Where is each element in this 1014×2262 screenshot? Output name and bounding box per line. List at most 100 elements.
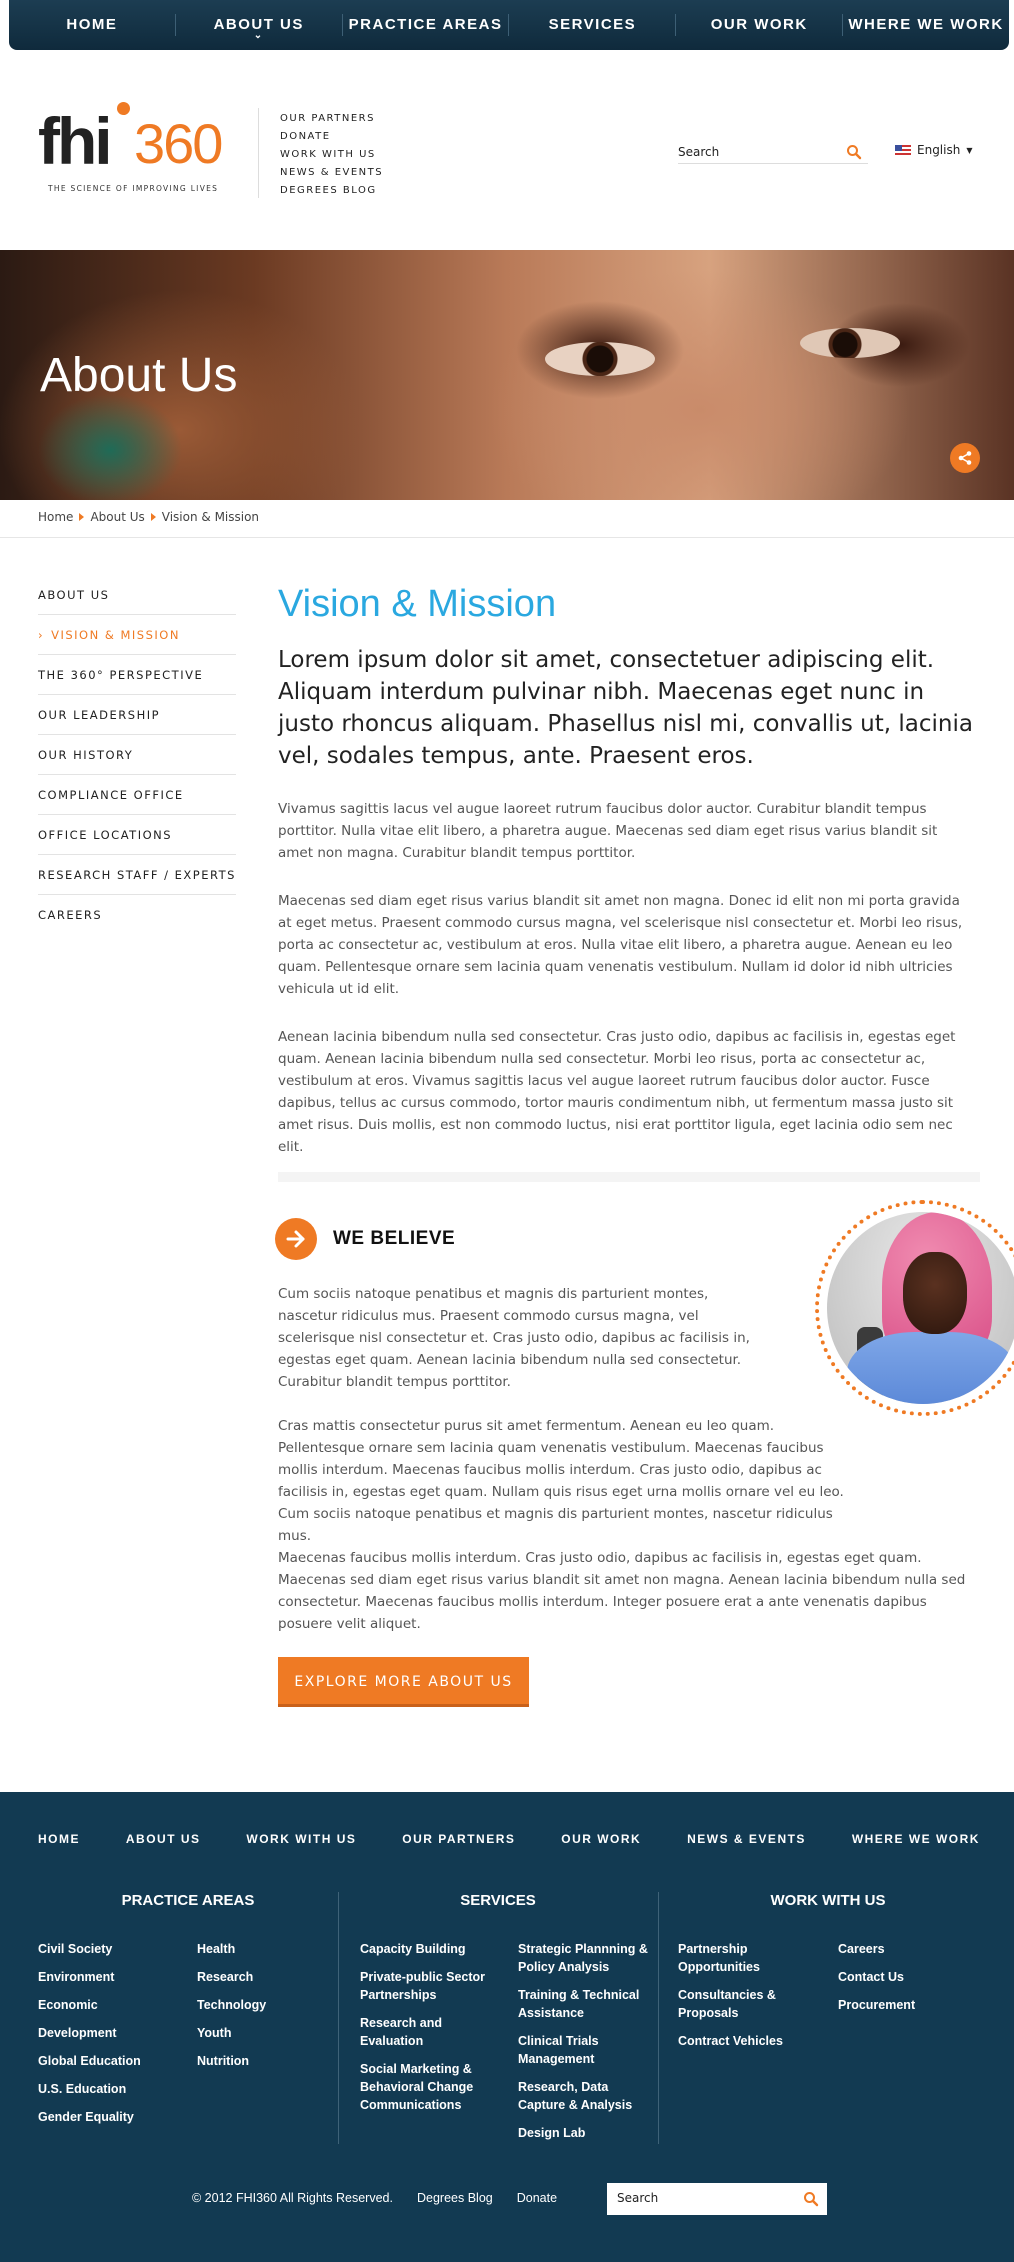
link-work-with-us[interactable]: WORK WITH US [280, 146, 383, 164]
portrait-image [827, 1212, 1014, 1404]
logo-fhi: fhi [38, 104, 113, 178]
footer-link[interactable]: Private-public Sector Partnerships [360, 1968, 500, 2004]
nav-about-us[interactable]: ABOUT US ⌄ [176, 0, 342, 50]
believe-paragraph: Cum sociis natoque penatibus et magnis d… [278, 1286, 750, 1390]
search-icon[interactable] [803, 2191, 819, 2207]
logo-360: 360 [134, 112, 223, 175]
footer-link[interactable]: Careers [838, 1940, 885, 1958]
body-paragraph: Maecenas sed diam eget risus varius blan… [278, 893, 963, 997]
search-icon[interactable] [846, 144, 862, 160]
footer-search-input[interactable]: Search [607, 2183, 827, 2215]
arrow-right-icon [275, 1218, 317, 1260]
header-divider [258, 108, 259, 198]
footer-link[interactable]: Research [197, 1968, 253, 1986]
side-menu-research-staff[interactable]: RESEARCH STAFF / EXPERTS [38, 855, 236, 895]
footer-column-title: SERVICES [460, 1892, 536, 1909]
portrait-detail [847, 1332, 1014, 1404]
nav-home[interactable]: HOME [9, 0, 175, 50]
nav-our-work[interactable]: OUR WORK [676, 0, 842, 50]
side-menu-compliance-office[interactable]: COMPLIANCE OFFICE [38, 775, 236, 815]
chevron-right-icon: › [38, 628, 45, 642]
nav-practice-areas[interactable]: PRACTICE AREAS [343, 0, 509, 50]
share-button[interactable] [950, 443, 980, 473]
us-flag-icon [895, 144, 911, 156]
footer-link[interactable]: Design Lab [518, 2124, 648, 2142]
fhi360-logo[interactable]: fhi 360 THE SCIENCE OF IMPROVING LIVES [38, 102, 238, 198]
footer-degrees-blog-link[interactable]: Degrees Blog [417, 2191, 493, 2205]
side-menu-our-leadership[interactable]: OUR LEADERSHIP [38, 695, 236, 735]
link-degrees-blog[interactable]: DEGREES BLOG [280, 182, 383, 200]
logo-dot [117, 102, 130, 115]
footer-nav-about-us[interactable]: ABOUT US [126, 1832, 201, 1846]
breadcrumb: Home About Us Vision & Mission [38, 510, 259, 524]
footer-link[interactable]: Partnership Opportunities [678, 1940, 788, 1976]
footer-link[interactable]: Clinical Trials Management [518, 2032, 648, 2068]
footer-link[interactable]: Consultancies & Proposals [678, 1986, 788, 2022]
footer-donate-link[interactable]: Donate [517, 2191, 557, 2205]
footer-link[interactable]: Contract Vehicles [678, 2032, 808, 2050]
search-placeholder: Search [678, 145, 720, 159]
believe-paragraph: Cras mattis consectetur purus sit amet f… [278, 1418, 844, 1544]
lead-paragraph: Lorem ipsum dolor sit amet, consectetuer… [278, 647, 973, 769]
footer-link[interactable]: Procurement [838, 1996, 915, 2014]
side-menu: ABOUT US › VISION & MISSION THE 360° PERS… [38, 575, 236, 935]
footer-link[interactable]: Nutrition [197, 2052, 249, 2070]
breadcrumb-current: Vision & Mission [161, 510, 260, 524]
hero-photo-detail [545, 342, 655, 376]
footer-nav-our-work[interactable]: OUR WORK [561, 1832, 641, 1846]
footer-practice-areas: PRACTICE AREAS [38, 1892, 338, 1909]
footer-link[interactable]: Strategic Plannning & Policy Analysis [518, 1940, 648, 1976]
footer-link[interactable]: Social Marketing & Behavioral Change Com… [360, 2060, 500, 2114]
section-title: Vision & Mission [278, 583, 557, 625]
footer-link[interactable]: Technology [197, 1996, 266, 2014]
footer-link[interactable]: Training & Technical Assistance [518, 1986, 648, 2022]
side-menu-office-locations[interactable]: OFFICE LOCATIONS [38, 815, 236, 855]
footer-nav-home[interactable]: HOME [38, 1832, 80, 1846]
we-believe-heading: WE BELIEVE [275, 1218, 455, 1260]
footer-link[interactable]: Contact Us [838, 1968, 904, 1986]
footer-link[interactable]: Gender Equality [38, 2108, 134, 2126]
footer-link[interactable]: Research, Data Capture & Analysis [518, 2078, 648, 2114]
side-menu-vision-mission[interactable]: › VISION & MISSION [38, 615, 236, 655]
breadcrumb-divider [0, 537, 1014, 538]
link-news-events[interactable]: NEWS & EVENTS [280, 164, 383, 182]
footer-bottom-bar: © 2012 FHI360 All Rights Reserved. Degre… [192, 2191, 557, 2205]
nav-where-we-work[interactable]: WHERE WE WORK [843, 0, 1009, 50]
footer-column-title: PRACTICE AREAS [121, 1892, 255, 1909]
footer-nav: HOME ABOUT US WORK WITH US OUR PARTNERS … [38, 1832, 980, 1846]
chevron-down-icon: ⌄ [253, 30, 264, 41]
side-menu-360-perspective[interactable]: THE 360° PERSPECTIVE [38, 655, 236, 695]
breadcrumb-home[interactable]: Home [38, 510, 73, 524]
link-donate[interactable]: DONATE [280, 128, 383, 146]
footer-link[interactable]: Economic [38, 1996, 98, 2014]
portrait-photo [815, 1200, 1014, 1416]
footer-column-divider [658, 1892, 659, 2144]
footer-link[interactable]: Global Education [38, 2052, 141, 2070]
link-our-partners[interactable]: OUR PARTNERS [280, 110, 383, 128]
footer-nav-work-with-us[interactable]: WORK WITH US [246, 1832, 356, 1846]
footer-link[interactable]: Youth [197, 2024, 231, 2042]
footer-link[interactable]: Research and Evaluation [360, 2014, 500, 2050]
explore-more-button[interactable]: EXPLORE MORE ABOUT US [278, 1657, 529, 1707]
footer-link[interactable]: Capacity Building [360, 1940, 500, 1958]
footer-nav-where-we-work[interactable]: WHERE WE WORK [852, 1832, 980, 1846]
footer-link[interactable]: U.S. Education [38, 2080, 126, 2098]
footer-link[interactable]: Development [38, 2024, 117, 2042]
footer-link[interactable]: Civil Society [38, 1940, 112, 1958]
footer-nav-our-partners[interactable]: OUR PARTNERS [402, 1832, 515, 1846]
footer-nav-news-events[interactable]: NEWS & EVENTS [687, 1832, 806, 1846]
breadcrumb-about-us[interactable]: About Us [90, 510, 144, 524]
side-menu-about-us[interactable]: ABOUT US [38, 575, 236, 615]
footer: HOME ABOUT US WORK WITH US OUR PARTNERS … [0, 1792, 1014, 2262]
side-menu-our-history[interactable]: OUR HISTORY [38, 735, 236, 775]
main-content: Vision & Mission Lorem ipsum dolor sit a… [278, 578, 978, 1158]
footer-link[interactable]: Health [197, 1940, 235, 1958]
footer-link[interactable]: Environment [38, 1968, 114, 1986]
footer-work-with-us: WORK WITH US [658, 1892, 998, 1909]
section-divider [278, 1172, 980, 1182]
side-menu-careers[interactable]: CAREERS [38, 895, 236, 935]
search-input[interactable]: Search [678, 140, 868, 164]
nav-services[interactable]: SERVICES [509, 0, 675, 50]
breadcrumb-arrow-icon [79, 513, 85, 521]
language-selector[interactable]: English ▼ [895, 143, 973, 157]
